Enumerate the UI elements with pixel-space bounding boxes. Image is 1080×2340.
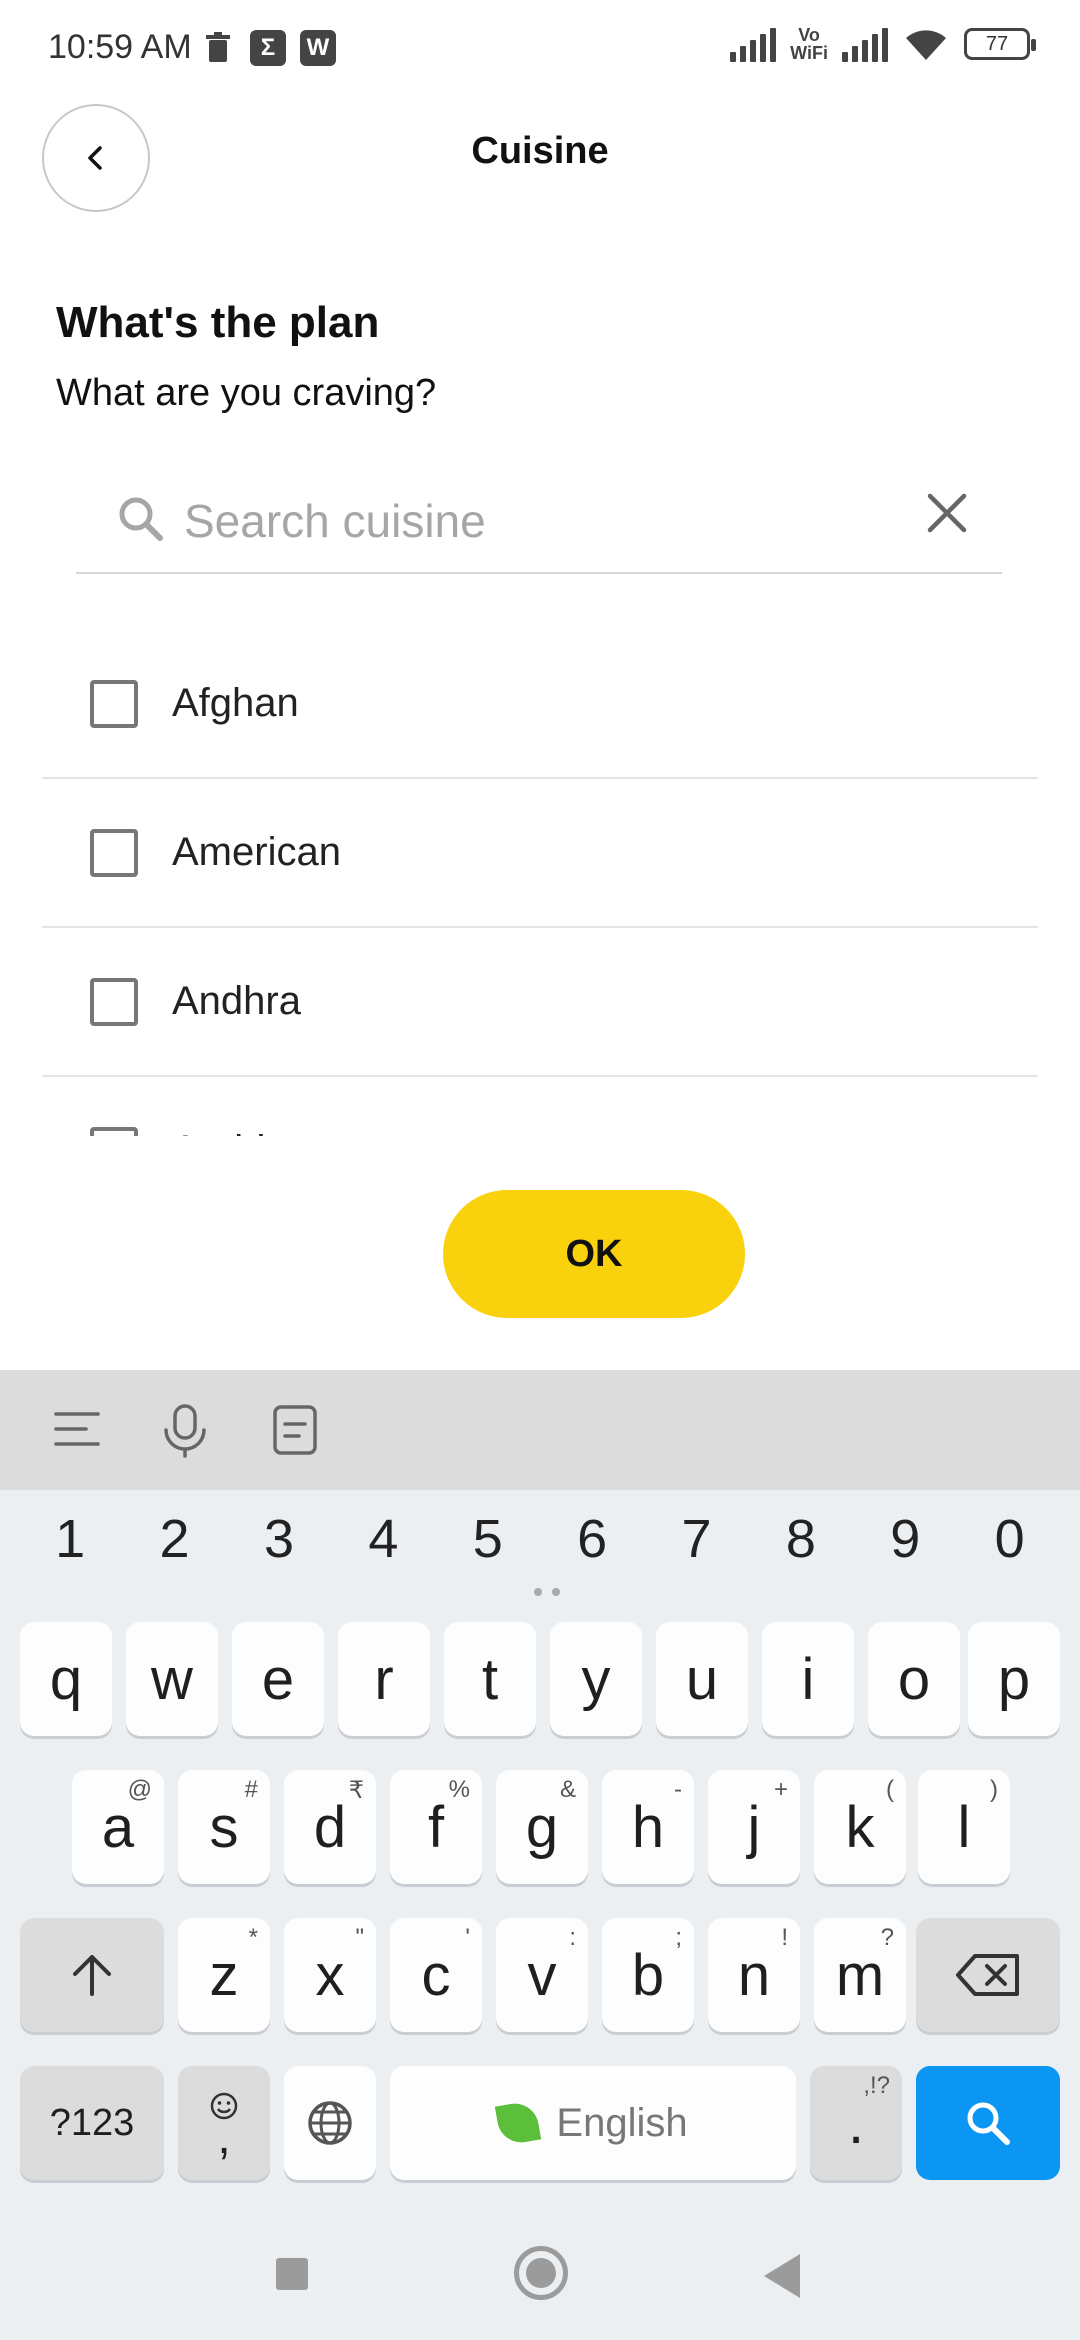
clipboard-icon[interactable]: [272, 1404, 318, 1456]
key-b[interactable]: ; b: [602, 1918, 694, 2032]
list-item[interactable]: Andhra: [42, 928, 1038, 1077]
section-heading: What's the plan: [56, 298, 380, 347]
key-0[interactable]: 0: [965, 1508, 1055, 1570]
back-triangle-icon[interactable]: [764, 2254, 800, 2298]
status-right-icons: Vo WiFi 77: [730, 25, 1036, 63]
key-3[interactable]: 3: [234, 1508, 324, 1570]
shift-key[interactable]: [20, 1918, 164, 2032]
key-r[interactable]: r: [338, 1622, 430, 1736]
symbols-key[interactable]: ?123: [20, 2066, 164, 2180]
list-item[interactable]: American: [42, 779, 1038, 928]
microphone-icon[interactable]: [160, 1404, 210, 1458]
checkbox[interactable]: [90, 828, 138, 877]
checkbox[interactable]: [90, 977, 138, 1026]
page-title: Cuisine: [471, 130, 609, 172]
wps-icon: W: [300, 30, 336, 66]
key-c[interactable]: ' c: [390, 1918, 482, 2032]
key-w[interactable]: w: [126, 1622, 218, 1736]
close-icon[interactable]: [922, 488, 972, 538]
emoji-comma-key[interactable]: ,: [178, 2066, 270, 2180]
signal-icon-2: [842, 26, 888, 62]
key-i[interactable]: i: [762, 1622, 854, 1736]
checkbox[interactable]: [90, 679, 138, 728]
backspace-key[interactable]: [916, 1918, 1060, 2032]
key-u[interactable]: u: [656, 1622, 748, 1736]
trash-icon: [200, 30, 236, 66]
key-e[interactable]: e: [232, 1622, 324, 1736]
key-1[interactable]: 1: [25, 1508, 115, 1570]
key-5[interactable]: 5: [443, 1508, 533, 1570]
key-o[interactable]: o: [868, 1622, 960, 1736]
arrow-up-icon: [73, 1955, 111, 1996]
leaf-icon: [495, 2099, 542, 2147]
search-icon: [119, 497, 163, 541]
key-a[interactable]: @ a: [72, 1770, 164, 1884]
backspace-icon: [956, 1954, 1019, 1996]
space-key[interactable]: English: [390, 2066, 796, 2180]
navigation-bar: [0, 2200, 1080, 2340]
list-item-label: American: [172, 830, 341, 874]
key-v[interactable]: :v: [496, 1918, 588, 2032]
key-k[interactable]: (k: [814, 1770, 906, 1884]
list-item-label: Afghan: [172, 681, 299, 725]
key-4[interactable]: 4: [338, 1508, 428, 1570]
search-action-key[interactable]: [916, 2066, 1060, 2180]
ok-button[interactable]: OK: [443, 1190, 745, 1318]
search-icon: [967, 2102, 1010, 2145]
cuisine-list: Afghan American Andhra Arabian: [42, 630, 1038, 1136]
search-bar: [76, 470, 1002, 574]
list-item-label: Arabian: [172, 1128, 310, 1136]
key-y[interactable]: y: [550, 1622, 642, 1736]
vowifi-icon: Vo WiFi: [790, 25, 828, 63]
section-subheading: What are you craving?: [56, 372, 437, 414]
key-2[interactable]: 2: [130, 1508, 220, 1570]
key-t[interactable]: t: [444, 1622, 536, 1736]
key-6[interactable]: 6: [547, 1508, 637, 1570]
battery-icon: 77: [964, 28, 1036, 60]
battery-level: 77: [985, 32, 1009, 55]
status-time: 10:59 AM: [48, 28, 192, 66]
key-p[interactable]: p: [968, 1622, 1060, 1736]
language-key[interactable]: [284, 2066, 376, 2180]
wifi-icon: [906, 30, 946, 60]
key-x[interactable]: " x: [284, 1918, 376, 2032]
period-key[interactable]: ,!?.: [810, 2066, 902, 2180]
status-bar: 10:59 AM Σ W Vo WiFi 77: [0, 0, 1080, 96]
menu-icon[interactable]: [52, 1404, 102, 1454]
key-g[interactable]: & g: [496, 1770, 588, 1884]
page-dots: [534, 1588, 560, 1596]
list-item-label: Andhra: [172, 979, 301, 1023]
key-j[interactable]: + j: [708, 1770, 800, 1884]
checkbox[interactable]: [90, 1126, 138, 1136]
sigma-icon: Σ: [250, 30, 286, 66]
key-m[interactable]: ? m: [814, 1918, 906, 2032]
number-row: 1 2 3 4 5 6 7 8 9 0: [0, 1508, 1080, 1570]
list-item[interactable]: Afghan: [42, 630, 1038, 779]
key-7[interactable]: 7: [652, 1508, 742, 1570]
key-f[interactable]: % f: [390, 1770, 482, 1884]
notification-icons: Σ W: [200, 30, 336, 66]
search-input[interactable]: [184, 488, 884, 554]
keyboard-toolbar: [0, 1370, 1080, 1490]
keyboard: 1 2 3 4 5 6 7 8 9 0 q w e r t y u i o p …: [0, 1370, 1080, 2340]
key-n[interactable]: ! n: [708, 1918, 800, 2032]
key-l[interactable]: ) l: [918, 1770, 1010, 1884]
recents-icon[interactable]: [276, 2258, 308, 2290]
key-h[interactable]: -h: [602, 1770, 694, 1884]
globe-icon: [308, 2101, 352, 2145]
key-8[interactable]: 8: [756, 1508, 846, 1570]
signal-icon: [730, 26, 777, 62]
key-9[interactable]: 9: [860, 1508, 950, 1570]
home-icon[interactable]: [514, 2246, 568, 2300]
key-q[interactable]: q: [20, 1622, 112, 1736]
key-d[interactable]: ₹ d: [284, 1770, 376, 1884]
list-item[interactable]: Arabian: [42, 1077, 1038, 1136]
key-s[interactable]: # s: [178, 1770, 270, 1884]
key-z[interactable]: * z: [178, 1918, 270, 2032]
